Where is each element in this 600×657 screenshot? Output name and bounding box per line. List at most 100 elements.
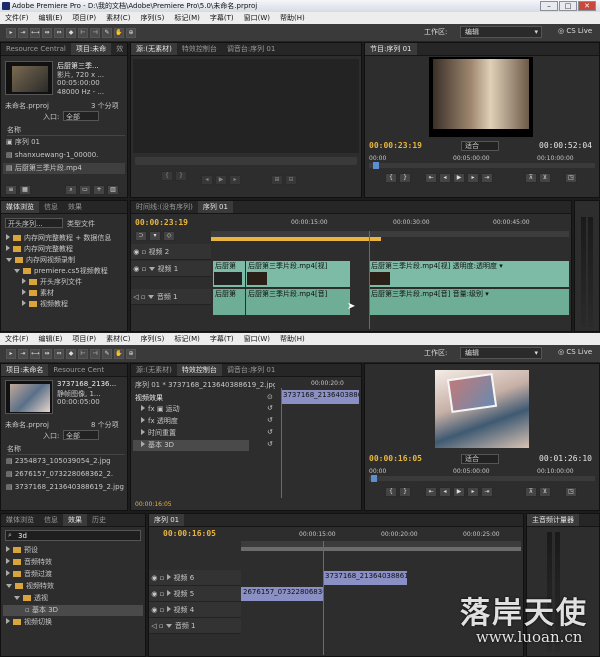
workspace-select[interactable]: 编辑 ▾ — [460, 347, 542, 359]
tab-audio-mixer[interactable]: 调音台:序列 01 — [222, 364, 281, 376]
lock-icon[interactable]: ▫ — [160, 590, 167, 598]
menu-title[interactable]: 字幕(T) — [210, 14, 234, 22]
effect-time-remap[interactable]: 时间重置 — [133, 428, 273, 439]
minimize-button[interactable]: – — [540, 1, 558, 11]
step-forward-icon[interactable]: ▸ — [229, 175, 241, 185]
export-frame-icon[interactable]: ◳ — [565, 173, 577, 183]
track-header-video-2[interactable]: ◉ ▫ 视频 2 — [131, 244, 211, 260]
lock-icon[interactable]: ▫ — [141, 293, 148, 301]
go-to-out-icon[interactable]: ⇥ — [481, 487, 493, 497]
menu-file[interactable]: 文件(F) — [5, 14, 29, 22]
menu-help[interactable]: 帮助(H) — [280, 14, 305, 22]
lock-icon[interactable]: ▫ — [142, 248, 149, 256]
program-playhead-marker[interactable] — [373, 162, 379, 169]
speaker-icon[interactable]: ◁ — [149, 622, 159, 630]
project-item-image[interactable]: ▤ 2354873_105039054_2.jpg — [3, 456, 125, 467]
slip-icon[interactable]: ⊢ — [78, 349, 88, 359]
menu-edit[interactable]: 编辑(E) — [39, 335, 63, 343]
razor-icon[interactable]: ◆ — [66, 28, 76, 38]
menu-clip[interactable]: 素材(C) — [106, 335, 130, 343]
rolling-edit-icon[interactable]: ⇹ — [42, 349, 52, 359]
menu-sequence[interactable]: 序列(S) — [140, 335, 164, 343]
effects-tree-item[interactable]: 透视 — [3, 593, 143, 604]
program-current-timecode[interactable]: 00:00:16:05 — [369, 454, 422, 463]
media-tree-item[interactable]: 内存网视频录制 — [3, 255, 125, 266]
track-select-icon[interactable]: ⇥ — [18, 28, 28, 38]
tab-resource-central[interactable]: Resource Cent — [48, 364, 109, 376]
effects-tree-item[interactable]: 预设 — [3, 545, 143, 556]
program-playhead-marker[interactable] — [371, 475, 377, 482]
export-frame-icon[interactable]: ◳ — [565, 487, 577, 497]
lock-icon[interactable]: ▫ — [159, 622, 166, 630]
close-button[interactable]: ✕ — [578, 1, 596, 11]
keyframe-icon[interactable]: ◇ — [163, 231, 175, 241]
project-item-video[interactable]: ▤ 后厨第三季片段.mp4 — [3, 163, 125, 174]
effect-motion[interactable]: fx ▣ 运动 — [133, 404, 273, 415]
program-zoom-select[interactable]: 适合 — [461, 454, 499, 464]
reset-icon[interactable]: ↺ — [267, 428, 273, 436]
effects-search-field[interactable]: ⌕ 3d — [5, 530, 141, 541]
tab-media-browser[interactable]: 媒体浏览 — [1, 201, 39, 213]
find-icon[interactable]: ⌕ — [65, 185, 77, 195]
lift-icon[interactable]: ⊼ — [525, 487, 537, 497]
reset-icon[interactable]: ⊙ — [267, 393, 273, 401]
in-point-select[interactable]: 全部 — [63, 430, 99, 440]
tab-media-browser[interactable]: 媒体浏览 — [1, 514, 39, 526]
slide-icon[interactable]: ⊣ — [90, 28, 100, 38]
step-forward-icon[interactable]: ▸ — [467, 173, 479, 183]
source-scrub-bar[interactable] — [135, 157, 357, 165]
zoom-icon[interactable]: ⊕ — [126, 28, 136, 38]
audio-clip[interactable]: 后厨第 — [213, 289, 245, 315]
rate-stretch-icon[interactable]: ⇔ — [54, 349, 64, 359]
program-scrub-bar[interactable] — [369, 475, 595, 482]
program-current-timecode[interactable]: 00:00:23:19 — [369, 141, 422, 150]
program-zoom-select[interactable]: 适合 — [461, 141, 499, 151]
play-icon[interactable]: ▶ — [453, 173, 465, 183]
reset-icon[interactable]: ↺ — [267, 416, 273, 424]
work-area-bar[interactable] — [241, 547, 521, 551]
icon-view-icon[interactable]: ▦ — [19, 185, 31, 195]
hand-icon[interactable]: ✋ — [114, 349, 124, 359]
menu-help[interactable]: 帮助(H) — [280, 335, 305, 343]
workspace-select[interactable]: 编辑 ▾ — [460, 26, 542, 38]
tab-effects[interactable]: 效果 — [63, 514, 87, 526]
snap-icon[interactable]: ⊃ — [135, 231, 147, 241]
insert-icon[interactable]: ⊞ — [271, 175, 283, 185]
play-icon[interactable]: ▶ — [215, 175, 227, 185]
step-back-icon[interactable]: ◂ — [439, 487, 451, 497]
slide-icon[interactable]: ⊣ — [90, 349, 100, 359]
project-item-sequence[interactable]: ▣ 序列 01 — [3, 137, 125, 148]
trash-icon[interactable]: ▥ — [107, 185, 119, 195]
track-header-video-4[interactable]: ◉ ▫ 视频 4 — [149, 602, 241, 618]
menu-file[interactable]: 文件(F) — [5, 335, 29, 343]
menu-title[interactable]: 字幕(T) — [210, 335, 234, 343]
menu-marker[interactable]: 标记(M) — [174, 14, 200, 22]
menu-window[interactable]: 窗口(W) — [244, 14, 270, 22]
menu-sequence[interactable]: 序列(S) — [140, 14, 164, 22]
tab-audio-mixer[interactable]: 调音台:序列 01 — [222, 43, 281, 55]
go-to-in-icon[interactable]: ⇤ — [425, 173, 437, 183]
track-header-audio-1[interactable]: ◁ ▫ 音频 1 — [131, 289, 211, 305]
tab-effect-controls[interactable]: 特效控制台 — [177, 43, 222, 55]
name-column-header[interactable]: 名称 — [7, 444, 125, 455]
track-header-audio-1[interactable]: ◁ ▫ 音频 1 — [149, 618, 241, 634]
fx-playhead[interactable] — [281, 388, 282, 498]
mark-in-icon[interactable]: { — [385, 487, 397, 497]
extract-icon[interactable]: ⊻ — [539, 173, 551, 183]
effects-tree-item[interactable]: 音频特效 — [3, 557, 143, 568]
fx-timeline-clip[interactable]: 3737168_213640388619_2.j — [281, 390, 359, 404]
effect-opacity[interactable]: fx 透明度 — [133, 416, 273, 427]
mark-in-icon[interactable]: { — [385, 173, 397, 183]
razor-icon[interactable]: ◆ — [66, 349, 76, 359]
menu-window[interactable]: 窗口(W) — [244, 335, 270, 343]
effects-tree-item-basic-3d[interactable]: ▫ 基本 3D — [3, 605, 143, 616]
ripple-edit-icon[interactable]: ⟷ — [30, 28, 40, 38]
rolling-edit-icon[interactable]: ⇹ — [42, 28, 52, 38]
image-clip-video-6[interactable]: 3737168_213640388619_2.jpg — [323, 571, 407, 585]
tab-sequence-01[interactable]: 序列 01 — [149, 514, 185, 526]
effect-basic-3d[interactable]: 基本 3D — [133, 440, 249, 451]
eye-icon[interactable]: ◉ — [149, 590, 160, 598]
work-area-bar[interactable] — [211, 237, 381, 241]
step-back-icon[interactable]: ◂ — [439, 173, 451, 183]
name-column-header[interactable]: 名称 — [7, 125, 125, 136]
